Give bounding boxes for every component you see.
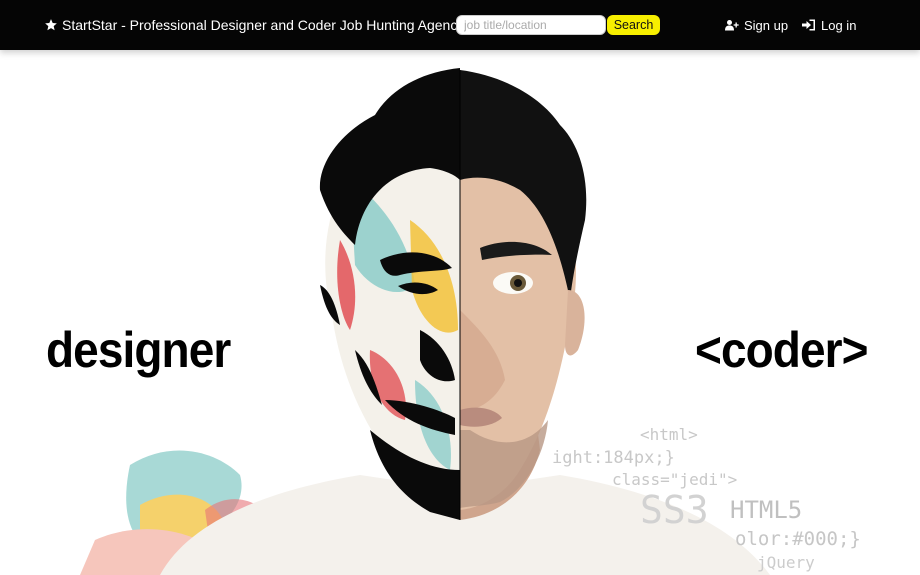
- signup-link[interactable]: Sign up: [725, 0, 788, 50]
- code-snippet-line: SS3: [640, 488, 709, 532]
- brand-title: StartStar - Professional Designer and Co…: [62, 17, 465, 33]
- brand-link[interactable]: StartStar - Professional Designer and Co…: [44, 0, 464, 50]
- login-link[interactable]: Log in: [802, 0, 856, 50]
- code-snippet-line: HTML5: [730, 496, 803, 524]
- star-icon: [45, 19, 57, 31]
- code-snippet-line: class="jedi">: [612, 470, 738, 489]
- top-navbar: StartStar - Professional Designer and Co…: [0, 0, 920, 50]
- login-label: Log in: [821, 17, 857, 33]
- coder-label: <coder>: [695, 322, 868, 378]
- sign-in-icon: [802, 19, 815, 31]
- code-snippet-line: olor:#000;}: [735, 528, 861, 550]
- signup-label: Sign up: [744, 17, 789, 33]
- code-snippet-line: jQuery: [757, 553, 815, 572]
- code-snippet-line: <html>: [640, 425, 698, 444]
- search-input[interactable]: [456, 15, 606, 35]
- hero-banner: designer <coder> <html> ight:184px;} cla…: [0, 50, 920, 575]
- search-button[interactable]: Search: [607, 15, 660, 35]
- designer-label: designer: [46, 322, 231, 378]
- code-snippet-line: ight:184px;}: [552, 448, 675, 468]
- user-plus-icon: [725, 20, 739, 31]
